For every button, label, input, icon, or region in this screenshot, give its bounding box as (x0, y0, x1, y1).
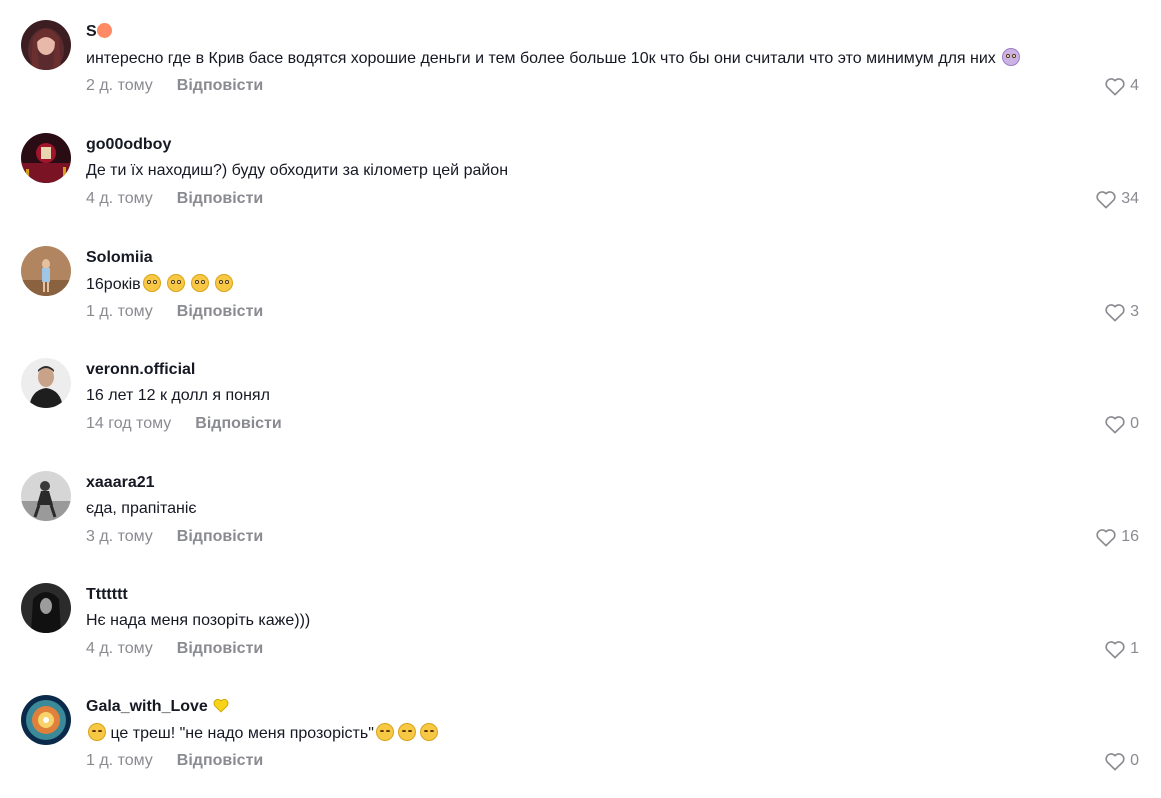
reply-button[interactable]: Відповісти (177, 77, 263, 94)
comment-username[interactable]: Solomiia (86, 248, 153, 268)
person-shrugging-emoji-icon (1002, 48, 1021, 66)
rolling-laughing-emoji-icon (88, 723, 106, 741)
comment-time: 4 д. тому (86, 190, 153, 207)
avatar[interactable] (21, 471, 71, 521)
like-count: 1 (1130, 640, 1139, 657)
comment-meta: 4 д. тому Відповісти (86, 639, 263, 659)
comment-meta: 4 д. тому Відповісти (86, 189, 263, 209)
like-count: 16 (1121, 528, 1139, 545)
comment-time: 4 д. тому (86, 640, 153, 657)
reply-button[interactable]: Відповісти (177, 528, 263, 545)
like-button[interactable]: 1 (1104, 638, 1139, 660)
reply-button[interactable]: Відповісти (177, 752, 263, 769)
like-button[interactable]: 16 (1095, 526, 1139, 548)
yellow-heart-emoji-icon (212, 697, 230, 719)
comment-item: veronn.official 16 лет 12 к долл я понял… (0, 358, 1161, 458)
like-count: 0 (1130, 752, 1139, 769)
reply-button[interactable]: Відповісти (195, 415, 281, 432)
like-button[interactable]: 3 (1104, 301, 1139, 323)
comment-item: go00odboy Де ти їх находиш?) буду обходи… (0, 133, 1161, 233)
comment-item: xaaara21 єда, прапітаніє 3 д. тому Відпов… (0, 471, 1161, 571)
comment-text: интересно где в Крив басе водятся хороши… (86, 48, 1021, 69)
reply-button[interactable]: Відповісти (177, 640, 263, 657)
comment-time: 1 д. тому (86, 303, 153, 320)
comment-text: 16років (86, 274, 233, 295)
comment-item: Gala_with_Love це треш! "не надо меня пр… (0, 695, 1161, 795)
like-count: 0 (1130, 415, 1139, 432)
flushed-face-emoji-icon (142, 274, 161, 292)
flushed-face-emoji-icon (166, 274, 185, 292)
heart-icon (1096, 191, 1116, 209)
comment-meta: 1 д. тому Відповісти (86, 302, 263, 322)
comment-username[interactable]: xaaara21 (86, 473, 155, 493)
comment-text: Де ти їх находиш?) буду обходити за кіло… (86, 162, 509, 179)
like-button[interactable]: 0 (1104, 413, 1139, 435)
like-button[interactable]: 0 (1104, 750, 1139, 772)
heart-icon (1105, 304, 1125, 322)
heart-icon (1105, 641, 1125, 659)
like-count: 34 (1121, 190, 1139, 207)
like-count: 4 (1130, 77, 1139, 94)
comment-time: 1 д. тому (86, 752, 153, 769)
avatar[interactable] (21, 358, 71, 408)
heart-icon (1105, 416, 1125, 434)
grinning-sweat-emoji-icon (419, 723, 438, 741)
comment-username[interactable]: veronn.official (86, 360, 195, 380)
heart-icon (1105, 78, 1125, 96)
comment-meta: 14 год тому Відповісти (86, 414, 282, 434)
person-emoji-icon (96, 23, 112, 38)
comment-text: це треш! "не надо меня прозорість" (86, 723, 438, 744)
flushed-face-emoji-icon (214, 274, 233, 292)
like-button[interactable]: 34 (1095, 188, 1139, 210)
comment-meta: 2 д. тому Відповісти (86, 76, 263, 96)
comment-time: 14 год тому (86, 415, 172, 432)
avatar[interactable] (21, 20, 71, 70)
comment-username[interactable]: Ttttttt (86, 585, 128, 605)
comment-meta: 3 д. тому Відповісти (86, 527, 263, 547)
comment-text: Нє нада меня позоріть каже))) (86, 612, 311, 629)
comment-meta: 1 д. тому Відповісти (86, 751, 263, 771)
like-count: 3 (1130, 303, 1139, 320)
reply-button[interactable]: Відповісти (177, 303, 263, 320)
grinning-emoji-icon (397, 723, 416, 741)
comment-text: 16 лет 12 к долл я понял (86, 387, 270, 404)
comment-username[interactable]: S (86, 22, 112, 42)
comment-item: Ttttttt Нє нада меня позоріть каже))) 4 … (0, 583, 1161, 683)
reply-button[interactable]: Відповісти (177, 190, 263, 207)
avatar[interactable] (21, 133, 71, 183)
comment-text: єда, прапітаніє (86, 500, 197, 517)
comment-time: 3 д. тому (86, 528, 153, 545)
comment-item: S интересно где в Крив басе водятся хоро… (0, 20, 1161, 120)
heart-icon (1105, 753, 1125, 771)
like-button[interactable]: 4 (1104, 75, 1139, 97)
flushed-face-emoji-icon (190, 274, 209, 292)
rolling-laughing-emoji-icon (375, 723, 394, 741)
avatar[interactable] (21, 246, 71, 296)
comment-username[interactable]: go00odboy (86, 135, 171, 155)
heart-icon (1096, 529, 1116, 547)
comment-username[interactable]: Gala_with_Love (86, 697, 230, 719)
comment-item: Solomiia 16років 1 д. тому Відповісти 3 (0, 246, 1161, 346)
avatar[interactable] (21, 583, 71, 633)
comment-time: 2 д. тому (86, 77, 153, 94)
avatar[interactable] (21, 695, 71, 745)
